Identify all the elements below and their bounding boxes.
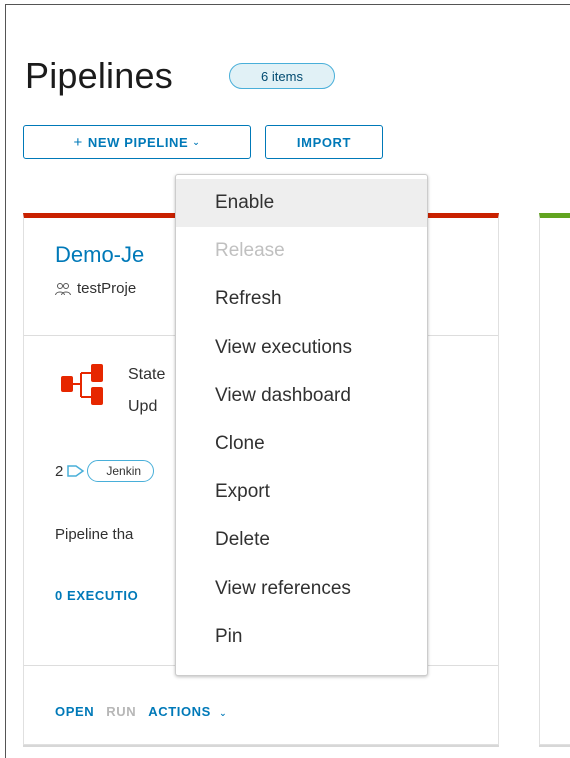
executions-link[interactable]: 0 EXECUTIO bbox=[55, 588, 138, 603]
project-name: testProje bbox=[77, 280, 137, 297]
new-pipeline-label: NEW PIPELINE bbox=[87, 134, 189, 150]
pipeline-updated: Upd bbox=[128, 398, 158, 415]
menu-item-view-dashboard[interactable]: View dashboard bbox=[176, 372, 427, 420]
menu-item-export[interactable]: Export bbox=[176, 468, 427, 516]
plus-icon: + bbox=[73, 133, 83, 151]
page-title: Pipelines bbox=[25, 55, 173, 96]
import-button[interactable]: IMPORT bbox=[265, 125, 383, 159]
pipeline-description: Pipeline tha bbox=[55, 526, 134, 543]
chevron-down-icon: ⌄ bbox=[219, 708, 228, 718]
tag-chip[interactable]: Jenkin bbox=[87, 460, 155, 482]
new-pipeline-button[interactable]: + NEW PIPELINE ⌄ bbox=[23, 125, 251, 159]
actions-label: ACTIONS bbox=[148, 704, 211, 719]
menu-item-view-references[interactable]: View references bbox=[176, 565, 427, 613]
menu-item-release[interactable]: Release bbox=[176, 227, 427, 275]
pipeline-icon bbox=[61, 364, 103, 405]
menu-item-clone[interactable]: Clone bbox=[176, 420, 427, 468]
open-button[interactable]: OPEN bbox=[55, 704, 94, 719]
menu-item-refresh[interactable]: Refresh bbox=[176, 275, 427, 323]
tag-row: 2 Jenkin bbox=[55, 460, 155, 482]
run-button[interactable]: RUN bbox=[106, 704, 136, 719]
pipeline-project: testProje bbox=[55, 280, 136, 297]
tag-count: 2 bbox=[55, 462, 64, 480]
item-count-badge: 6 items bbox=[229, 63, 335, 89]
pipeline-card-next bbox=[539, 213, 570, 745]
users-icon bbox=[55, 282, 71, 295]
menu-item-enable[interactable]: Enable bbox=[176, 179, 427, 228]
tag-icon bbox=[67, 465, 85, 477]
actions-button[interactable]: ACTIONS ⌄ bbox=[148, 704, 227, 719]
chevron-down-icon: ⌄ bbox=[192, 136, 201, 147]
pipeline-card-title[interactable]: Demo-Je bbox=[55, 242, 144, 268]
menu-item-pin[interactable]: Pin bbox=[176, 613, 427, 661]
actions-dropdown-menu: Enable Release Refresh View executions V… bbox=[175, 174, 428, 676]
pipeline-state: State bbox=[128, 366, 166, 383]
card-footer: OPEN RUN ACTIONS ⌄ bbox=[55, 704, 227, 719]
menu-item-view-executions[interactable]: View executions bbox=[176, 324, 427, 372]
menu-item-delete[interactable]: Delete bbox=[176, 516, 427, 564]
